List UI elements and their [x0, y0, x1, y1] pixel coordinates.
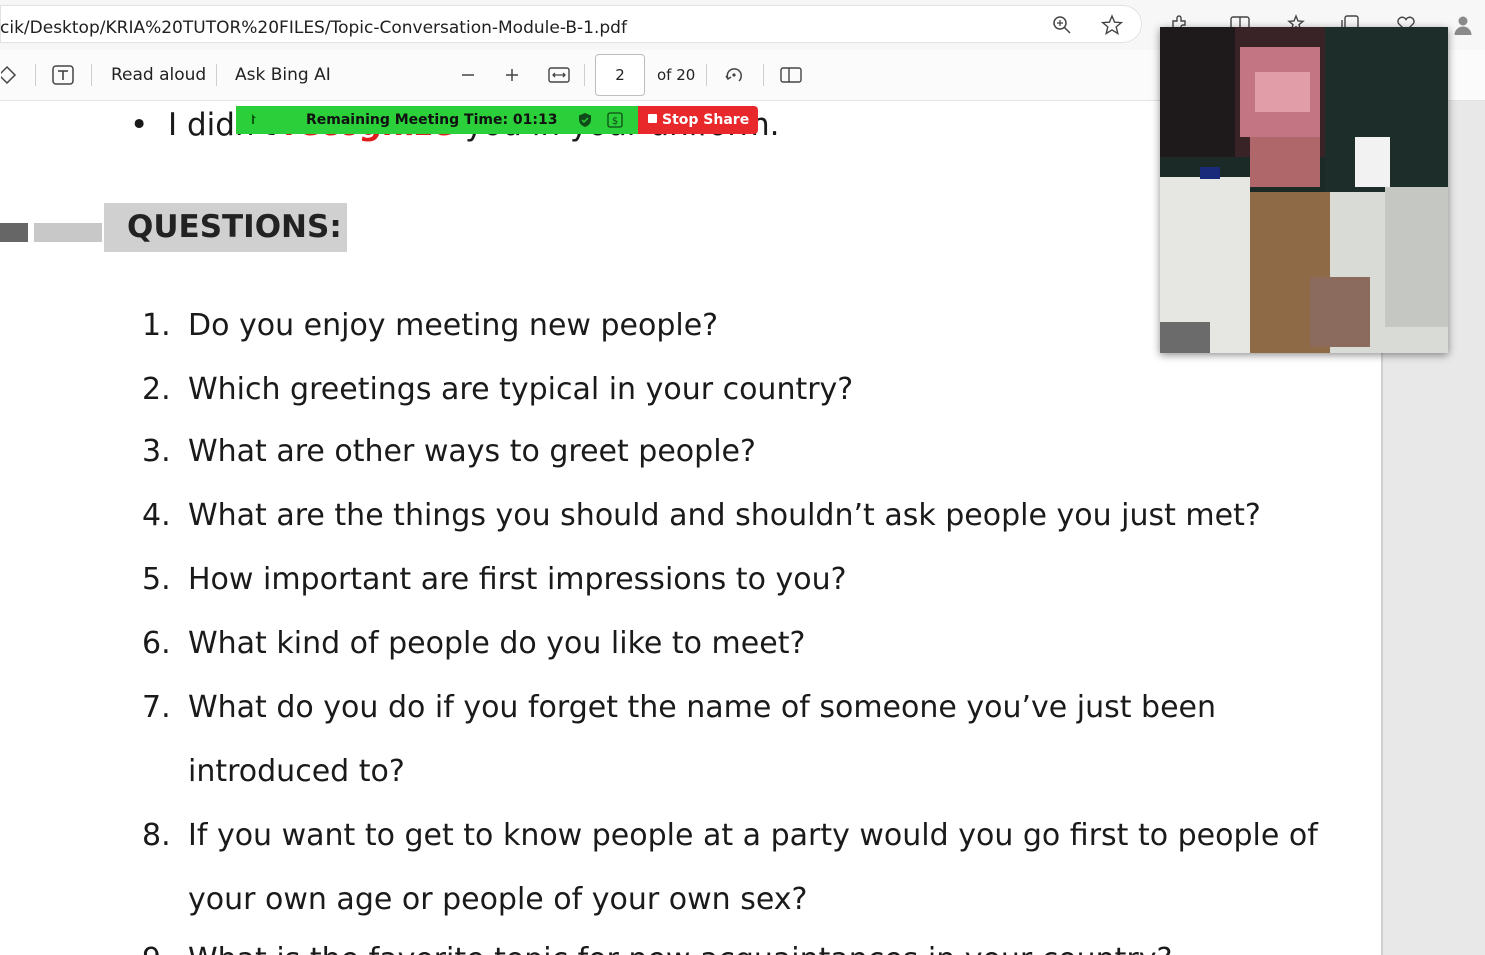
- ask-bing-ai-button[interactable]: Ask Bing AI: [235, 65, 331, 85]
- toolbar-divider: [35, 64, 36, 86]
- url-field[interactable]: cik/Desktop/KRIA%20TUTOR%20FILES/Topic-C…: [0, 5, 1142, 43]
- shield-icon: [576, 111, 594, 129]
- heading-decoration: [34, 223, 102, 242]
- question-number: 1.: [142, 308, 171, 343]
- fit-width-icon[interactable]: [546, 63, 572, 87]
- rotate-icon[interactable]: [722, 63, 746, 87]
- question-text: What is the favorite topic for new acqua…: [188, 942, 1172, 955]
- zoom-in-plus-icon[interactable]: [500, 63, 524, 87]
- bullet-dot: •: [130, 107, 168, 143]
- heading-decoration: [0, 223, 28, 242]
- read-aloud-button[interactable]: Read aloud: [111, 65, 206, 85]
- question-number: 4.: [142, 498, 171, 533]
- toolbar-divider: [584, 64, 585, 86]
- zoom-out-icon[interactable]: [456, 63, 480, 87]
- remaining-meeting-time: Remaining Meeting Time: 01:13: [306, 112, 558, 128]
- questions-heading: QUESTIONS:: [104, 203, 347, 252]
- dollar-icon: $: [606, 111, 624, 129]
- stop-icon: [648, 114, 657, 123]
- pixelated-video-image: [1160, 27, 1448, 353]
- question-text: Do you enjoy meeting new people?: [188, 308, 719, 343]
- question-number: 2.: [142, 372, 171, 407]
- video-preview[interactable]: [1160, 27, 1448, 353]
- drag-handle-icon[interactable]: [246, 110, 266, 130]
- question-text: Which greetings are typical in your coun…: [188, 372, 854, 407]
- question-number: 6.: [142, 626, 171, 661]
- question-number: 3.: [142, 434, 171, 469]
- page-number-input[interactable]: 2: [595, 54, 645, 96]
- text-tool-icon[interactable]: [50, 63, 76, 87]
- question-text: What are other ways to greet people?: [188, 434, 756, 469]
- question-text: your own age or people of your own sex?: [188, 882, 808, 917]
- question-text: introduced to?: [188, 754, 405, 789]
- question-text: What are the things you should and shoul…: [188, 498, 1261, 533]
- toolbar-divider: [216, 64, 217, 86]
- toolbar-divider: [706, 64, 707, 86]
- svg-text:$: $: [612, 116, 618, 127]
- url-text[interactable]: cik/Desktop/KRIA%20TUTOR%20FILES/Topic-C…: [0, 18, 627, 38]
- toolbar-divider: [91, 64, 92, 86]
- question-number: 8.: [142, 818, 171, 853]
- favorite-star-icon[interactable]: [1100, 13, 1124, 37]
- eraser-icon[interactable]: [0, 63, 20, 87]
- stop-share-button[interactable]: Stop Share: [638, 106, 758, 134]
- question-text: What do you do if you forget the name of…: [188, 690, 1217, 725]
- question-text: How important are first impressions to y…: [188, 562, 847, 597]
- question-number: 9.: [142, 942, 171, 955]
- question-text: If you want to get to know people at a p…: [188, 818, 1318, 853]
- stop-share-label: Stop Share: [662, 112, 750, 128]
- profile-icon[interactable]: [1451, 13, 1475, 37]
- toolbar-divider: [763, 64, 764, 86]
- zoom-in-icon[interactable]: [1050, 13, 1074, 37]
- question-number: 7.: [142, 690, 171, 725]
- question-text: What kind of people do you like to meet?: [188, 626, 806, 661]
- page-total-label: of 20: [657, 66, 696, 84]
- page-view-icon[interactable]: [778, 63, 804, 87]
- question-number: 5.: [142, 562, 171, 597]
